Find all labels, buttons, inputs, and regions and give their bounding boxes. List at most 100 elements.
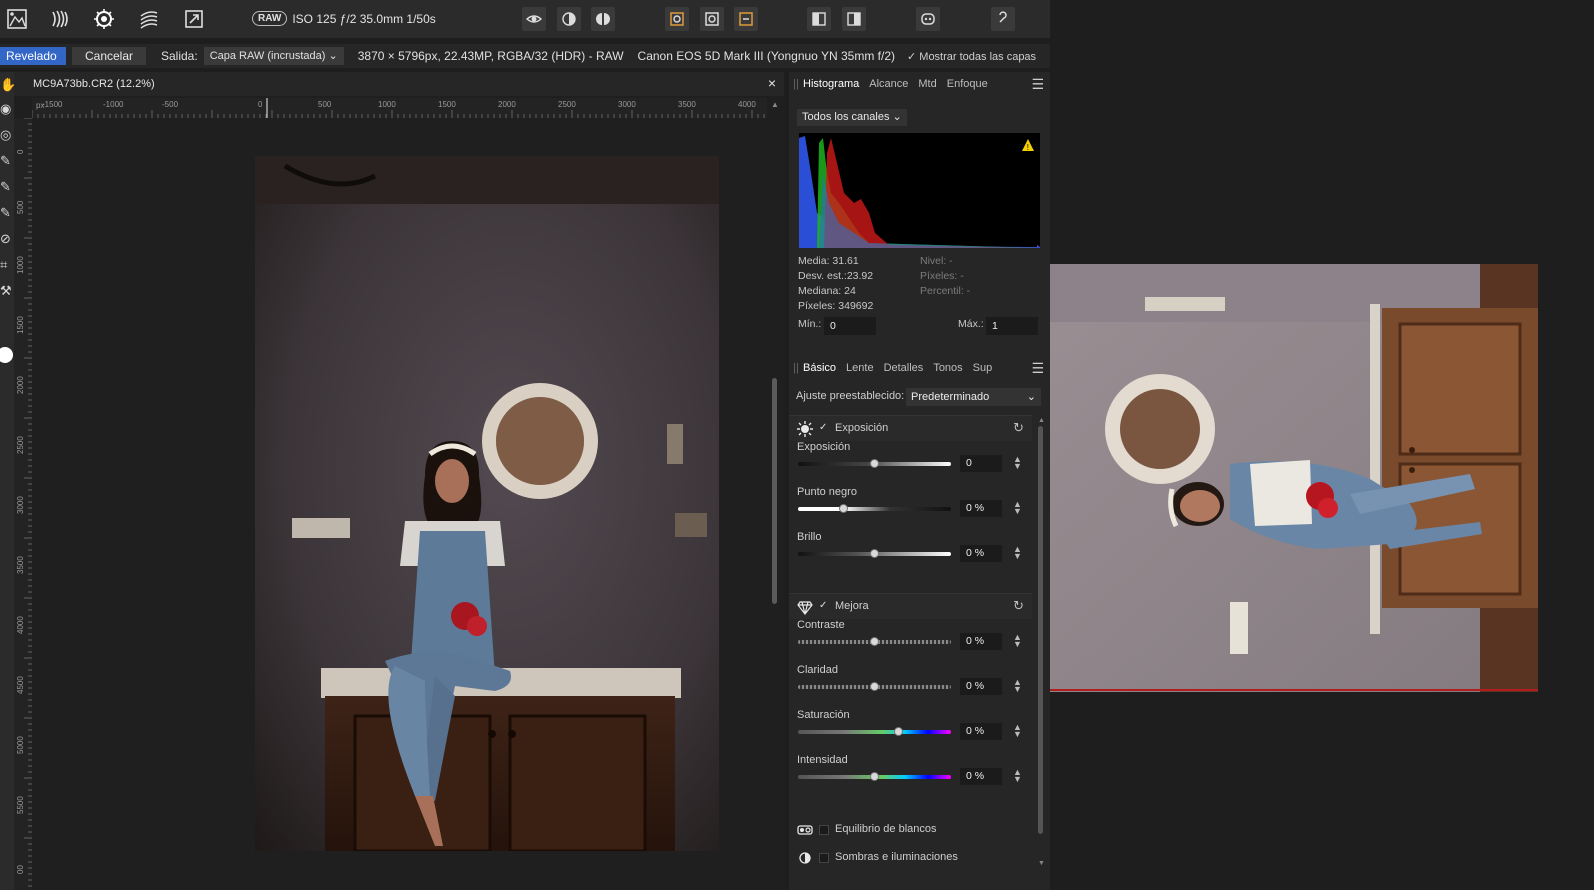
stepper-icon[interactable]: ▲ ▼ — [1013, 768, 1022, 784]
tab-overlays[interactable]: Sup — [973, 362, 993, 374]
mirror-view-icon[interactable] — [591, 7, 615, 31]
develop-persona-icon[interactable] — [91, 6, 117, 32]
slider-knob[interactable] — [870, 549, 879, 558]
vertical-ruler[interactable]: 0 500 1000 1500 2000 2500 3000 3500 4000 4500 5000… — [14, 118, 32, 890]
document-tab[interactable]: MC9A73bb.CR2 (12.2%) × — [14, 72, 784, 96]
tone-mapping-persona-icon[interactable] — [136, 6, 162, 32]
reset-icon[interactable]: ↻ — [1013, 420, 1024, 436]
slider-knob[interactable] — [894, 727, 904, 736]
slider-value-input[interactable]: 0 % — [960, 633, 1002, 650]
straighten-tool-icon[interactable]: ⚒ — [0, 282, 14, 300]
overlay-paint-tool-icon[interactable]: ✎ — [0, 178, 14, 196]
liquify-persona-icon[interactable] — [47, 6, 73, 32]
grip-icon[interactable]: || — [789, 362, 803, 374]
exposure-section-header[interactable]: ✓ Exposición ↻ — [789, 415, 1032, 441]
scroll-down-icon[interactable]: ▼ — [1038, 860, 1045, 867]
export-persona-icon[interactable] — [181, 6, 207, 32]
min-input[interactable]: 0 — [824, 317, 876, 335]
enhance-section-label: Mejora — [835, 600, 869, 612]
overlay-gradient-tool-icon[interactable]: ⊘ — [0, 230, 14, 248]
slider-label: Punto negro — [797, 486, 857, 498]
split-view-icon[interactable] — [557, 7, 581, 31]
clipping-warning-icon[interactable]: ! — [1022, 139, 1034, 152]
slider-knob[interactable] — [870, 682, 879, 691]
tab-metadata[interactable]: Mtd — [918, 78, 936, 90]
slider-track[interactable] — [798, 730, 951, 734]
tab-focus[interactable]: Enfoque — [947, 78, 988, 90]
panel-menu-icon[interactable]: ☰ — [1031, 76, 1044, 93]
raw-photo-canvas[interactable] — [255, 156, 719, 851]
ruler-tick-label: 2500 — [558, 100, 576, 109]
stepper-icon[interactable]: ▲ ▼ — [1013, 545, 1022, 561]
undo-icon[interactable] — [991, 7, 1015, 31]
slider-value-input[interactable]: 0 % — [960, 723, 1002, 740]
white-balance-checkbox[interactable] — [819, 825, 829, 835]
preset-select-value: Predeterminado — [911, 391, 990, 403]
slider-track[interactable] — [798, 507, 951, 511]
ruler-tick-label: 4500 — [16, 676, 25, 694]
preset-select[interactable]: Predeterminado ⌄ — [906, 388, 1041, 406]
clipped-highlights-icon[interactable] — [665, 7, 689, 31]
slider-value-input[interactable]: 0 % — [960, 768, 1002, 785]
canvas-scrollbar[interactable] — [772, 378, 777, 604]
stepper-icon[interactable]: ▲ ▼ — [1013, 455, 1022, 471]
stat-percentile: Percentil: - — [920, 285, 971, 297]
grip-icon[interactable]: || — [789, 78, 803, 90]
enhance-section-header[interactable]: ✓ Mejora ↻ — [789, 593, 1032, 619]
assistant-icon[interactable] — [916, 7, 940, 31]
panel-menu-icon[interactable]: ☰ — [1031, 360, 1044, 377]
tab-lens[interactable]: Lente — [846, 362, 874, 374]
shadows-highlights-section[interactable]: Sombras e iluminaciones — [789, 845, 1032, 871]
crop-tool-icon[interactable]: ⌗ — [0, 256, 14, 274]
stepper-icon[interactable]: ▲ ▼ — [1013, 633, 1022, 649]
white-balance-section[interactable]: Equilibrio de blancos — [789, 817, 1032, 843]
tab-basic[interactable]: Básico — [803, 362, 836, 374]
slider-value-input[interactable]: 0 % — [960, 500, 1002, 517]
diamond-icon — [797, 601, 813, 615]
reset-icon[interactable]: ↻ — [1013, 598, 1024, 614]
output-select[interactable]: Capa RAW (incrustada) ⌄ — [203, 47, 344, 65]
slider-knob[interactable] — [870, 772, 879, 781]
eye-icon[interactable] — [522, 7, 546, 31]
slider-knob[interactable] — [870, 637, 879, 646]
tab-tones[interactable]: Tonos — [933, 362, 962, 374]
scroll-up-icon[interactable]: ▲ — [771, 100, 779, 109]
cancel-button[interactable]: Cancelar — [72, 47, 146, 65]
clipped-shadows-icon[interactable] — [700, 7, 724, 31]
tab-scope[interactable]: Alcance — [869, 78, 908, 90]
tab-histogram[interactable]: Histograma — [803, 78, 859, 90]
stepper-icon[interactable]: ▲ ▼ — [1013, 723, 1022, 739]
blemish-tool-icon[interactable]: ✎ — [0, 152, 14, 170]
slider-value-input[interactable]: 0 — [960, 455, 1002, 472]
ruler-tick-label: 3000 — [16, 496, 25, 514]
check-icon[interactable]: ✓ — [819, 600, 827, 611]
white-balance-tool-icon[interactable]: ◉ — [0, 100, 14, 118]
channel-select[interactable]: Todos los canales ⌄ — [797, 109, 907, 126]
view-tool-icon[interactable]: ✋ — [0, 76, 16, 94]
slider-value-input[interactable]: 0 % — [960, 678, 1002, 695]
develop-button[interactable]: Revelado — [0, 47, 66, 65]
clipped-tones-icon[interactable] — [734, 7, 758, 31]
color-swatch[interactable] — [0, 342, 14, 368]
slider-label: Saturación — [797, 709, 850, 721]
slider-knob[interactable] — [839, 504, 849, 513]
close-icon[interactable]: × — [768, 75, 776, 91]
horizontal-ruler[interactable]: px -1500 -1000 -500 0 500 1000 1500 2000 2500 300… — [32, 98, 767, 118]
slider-label: Claridad — [797, 664, 838, 676]
check-icon[interactable]: ✓ — [819, 422, 827, 433]
overlay-erase-tool-icon[interactable]: ✎ — [0, 204, 14, 222]
stepper-icon[interactable]: ▲ ▼ — [1013, 500, 1022, 516]
slider-value-input[interactable]: 0 % — [960, 545, 1002, 562]
panel-right-icon[interactable] — [842, 7, 866, 31]
slider-knob[interactable] — [870, 459, 879, 468]
photo-persona-icon[interactable] — [4, 6, 30, 32]
red-eye-tool-icon[interactable]: ◎ — [0, 126, 14, 144]
panel-left-icon[interactable] — [807, 7, 831, 31]
scroll-up-icon[interactable]: ▲ — [1038, 417, 1045, 424]
panel-scrollbar[interactable] — [1038, 426, 1043, 834]
show-all-layers-checkbox[interactable]: ✓ Mostrar todas las capas — [907, 50, 1036, 63]
tab-details[interactable]: Detalles — [884, 362, 924, 374]
stepper-icon[interactable]: ▲ ▼ — [1013, 678, 1022, 694]
max-input[interactable]: 1 — [986, 317, 1038, 335]
shadows-highlights-checkbox[interactable] — [819, 853, 829, 863]
